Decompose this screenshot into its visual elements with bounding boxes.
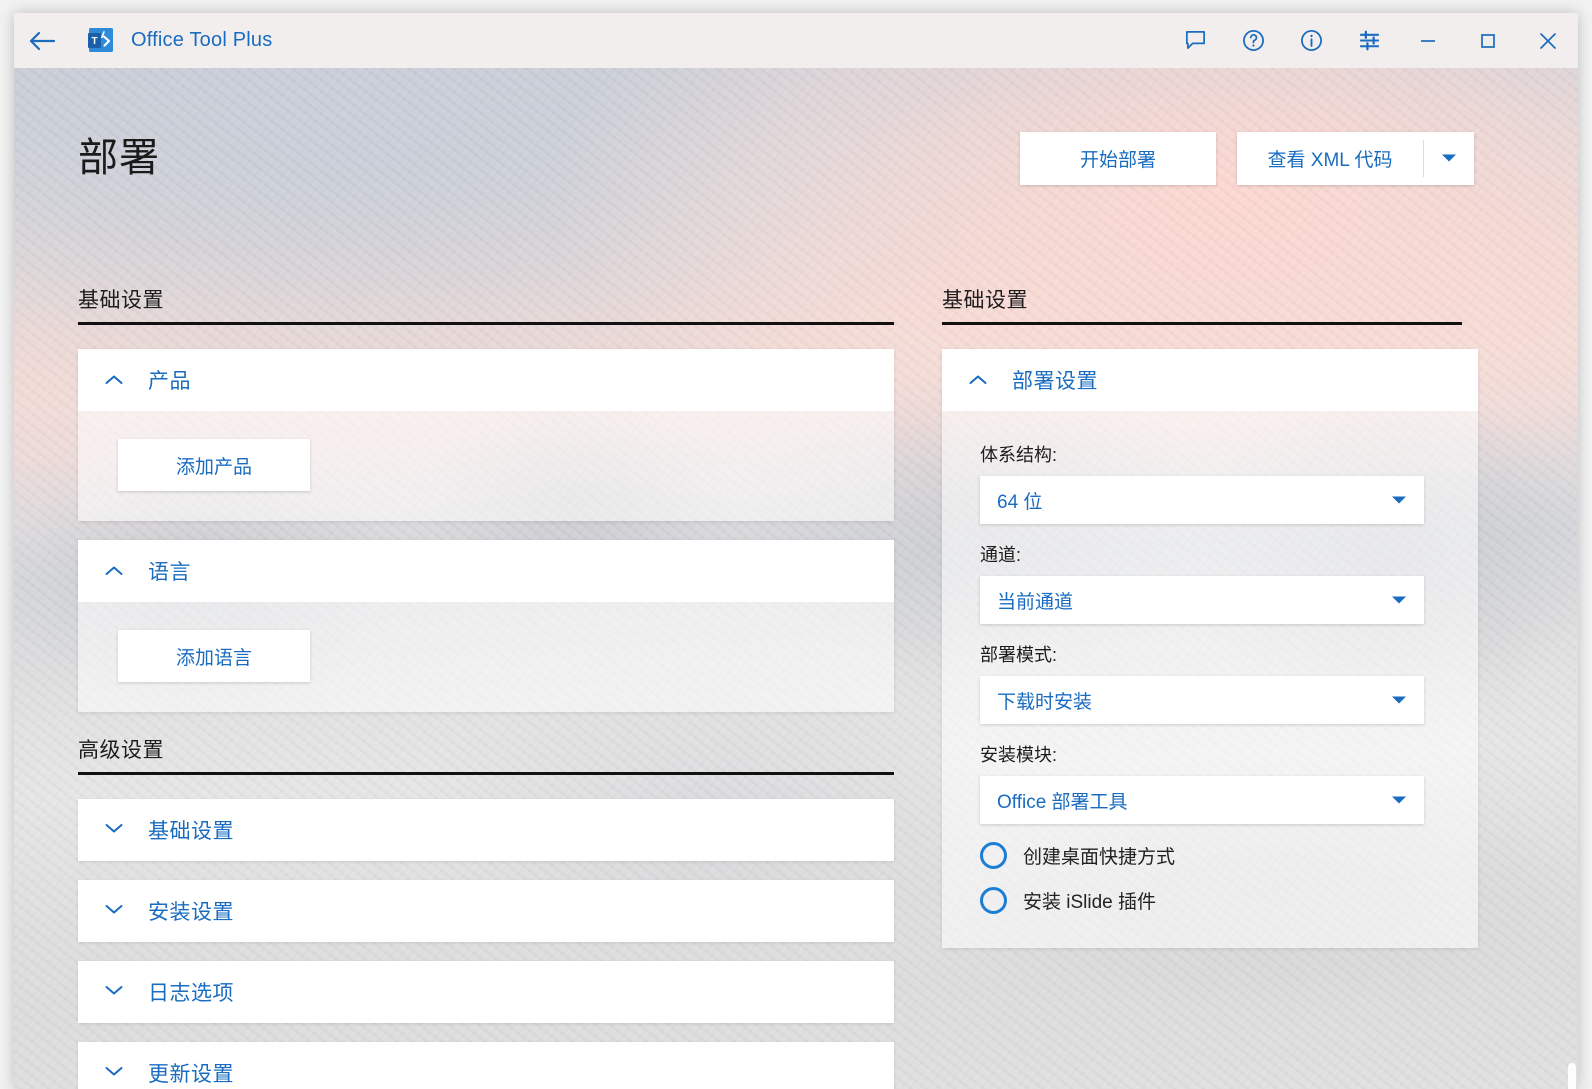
chevron-down-icon: [1391, 695, 1407, 705]
radio-unchecked-icon: [980, 842, 1007, 869]
left-basic-section-title: 基础设置: [78, 284, 894, 314]
add-product-button[interactable]: 添加产品: [118, 439, 310, 491]
app-title: Office Tool Plus: [131, 29, 272, 52]
deploy-settings-card-title: 部署设置: [1012, 365, 1098, 395]
languages-card: 语言 添加语言: [78, 540, 894, 712]
architecture-select[interactable]: 64 位: [980, 476, 1424, 524]
architecture-value: 64 位: [997, 487, 1042, 514]
content-scroll: 部署 开始部署 查看 XML 代码 基础设置: [14, 68, 1578, 1089]
vertical-scrollbar[interactable]: [1566, 123, 1578, 1089]
install-islide-toggle[interactable]: 安装 iSlide 插件: [980, 887, 1478, 914]
deploy-mode-label: 部署模式:: [980, 641, 1478, 667]
left-advanced-section-title: 高级设置: [78, 734, 894, 764]
install-islide-label: 安装 iSlide 插件: [1023, 887, 1156, 914]
question-circle-icon[interactable]: [1224, 13, 1282, 68]
left-basic-section-rule: [78, 322, 894, 325]
architecture-label: 体系结构:: [980, 441, 1478, 467]
products-card-body: 添加产品: [78, 411, 894, 521]
chevron-down-icon: [1441, 151, 1457, 166]
view-xml-button[interactable]: 查看 XML 代码: [1237, 132, 1423, 185]
install-module-value: Office 部署工具: [997, 787, 1128, 814]
deploy-settings-card-header[interactable]: 部署设置: [942, 349, 1478, 411]
advanced-row-update-settings-label: 更新设置: [148, 1058, 234, 1088]
page-title: 部署: [78, 125, 160, 183]
advanced-row-basic-settings[interactable]: 基础设置: [78, 799, 894, 861]
chevron-down-icon: [104, 1064, 124, 1082]
info-circle-icon[interactable]: [1282, 13, 1340, 68]
speech-bubble-icon[interactable]: [1166, 13, 1224, 68]
radio-unchecked-icon: [980, 887, 1007, 914]
view-xml-split-button: 查看 XML 代码: [1237, 132, 1474, 185]
maximize-icon[interactable]: [1458, 13, 1518, 68]
left-advanced-section-rule: [78, 772, 894, 775]
create-desktop-shortcut-toggle[interactable]: 创建桌面快捷方式: [980, 842, 1478, 869]
left-column: 基础设置 产品 添加产品: [78, 284, 894, 1089]
close-icon[interactable]: [1518, 13, 1578, 68]
start-deploy-button[interactable]: 开始部署: [1020, 132, 1216, 185]
products-card: 产品 添加产品: [78, 349, 894, 521]
channel-value: 当前通道: [997, 587, 1073, 614]
deploy-settings-card: 部署设置 体系结构: 64 位 通道: 当前通道: [942, 349, 1478, 948]
view-xml-dropdown-button[interactable]: [1424, 132, 1474, 185]
install-module-select[interactable]: Office 部署工具: [980, 776, 1424, 824]
deploy-mode-value: 下载时安装: [997, 687, 1092, 714]
advanced-row-basic-settings-label: 基础设置: [148, 815, 234, 845]
scrollbar-thumb[interactable]: [1568, 1063, 1576, 1089]
advanced-row-install-settings-label: 安装设置: [148, 896, 234, 926]
content-area: 部署 开始部署 查看 XML 代码 基础设置: [14, 68, 1578, 1089]
products-card-title: 产品: [148, 365, 191, 395]
right-section-rule: [942, 322, 1462, 325]
chevron-down-icon: [104, 821, 124, 839]
chevron-down-icon: [1391, 495, 1407, 505]
chevron-down-icon: [1391, 795, 1407, 805]
install-module-label: 安装模块:: [980, 741, 1478, 767]
right-column: 基础设置 部署设置 体系结构: 64 位: [942, 284, 1478, 967]
add-language-button[interactable]: 添加语言: [118, 630, 310, 682]
channel-label: 通道:: [980, 541, 1478, 567]
header-actions: 开始部署 查看 XML 代码: [1020, 132, 1474, 185]
products-card-header[interactable]: 产品: [78, 349, 894, 411]
minimize-icon[interactable]: [1398, 13, 1458, 68]
advanced-row-install-settings[interactable]: 安装设置: [78, 880, 894, 942]
app-window: T Office Tool Plus: [14, 13, 1578, 1089]
title-bar: T Office Tool Plus: [14, 13, 1578, 68]
create-desktop-shortcut-label: 创建桌面快捷方式: [1023, 842, 1175, 869]
advanced-row-log-options[interactable]: 日志选项: [78, 961, 894, 1023]
languages-card-body: 添加语言: [78, 602, 894, 712]
deploy-mode-select[interactable]: 下载时安装: [980, 676, 1424, 724]
right-section-title: 基础设置: [942, 284, 1478, 314]
chevron-up-icon: [104, 374, 124, 386]
languages-card-header[interactable]: 语言: [78, 540, 894, 602]
chevron-down-icon: [104, 983, 124, 1001]
advanced-row-log-options-label: 日志选项: [148, 977, 234, 1007]
sliders-icon[interactable]: [1340, 13, 1398, 68]
office-tool-plus-logo: T: [86, 26, 116, 56]
back-arrow-icon[interactable]: [14, 13, 70, 68]
svg-text:T: T: [91, 36, 97, 47]
chevron-down-icon: [104, 902, 124, 920]
chevron-down-icon: [1391, 595, 1407, 605]
chevron-up-icon: [968, 374, 988, 386]
chevron-up-icon: [104, 565, 124, 577]
deploy-settings-card-body: 体系结构: 64 位 通道: 当前通道: [942, 411, 1478, 948]
channel-select[interactable]: 当前通道: [980, 576, 1424, 624]
languages-card-title: 语言: [148, 556, 191, 586]
